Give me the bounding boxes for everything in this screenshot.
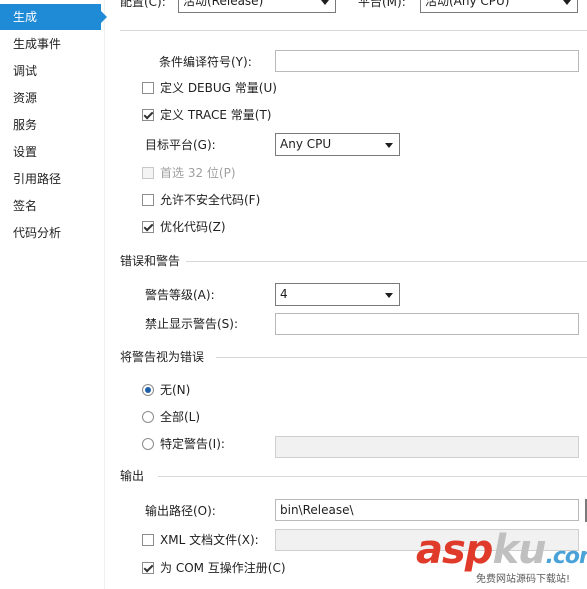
define-trace-label: 定义 TRACE 常量(T) xyxy=(160,108,272,122)
define-debug-checkbox[interactable] xyxy=(142,82,154,94)
treat-specific-radio[interactable] xyxy=(142,438,154,450)
platform-target-dropdown[interactable]: Any CPU xyxy=(275,133,400,156)
config-dropdown[interactable]: 活动(Release) xyxy=(178,0,336,13)
chevron-down-icon xyxy=(385,293,393,298)
treat-all-radio[interactable] xyxy=(142,411,154,423)
warning-level-value: 4 xyxy=(280,287,288,301)
xml-doc-label: XML 文档文件(X): xyxy=(160,533,259,547)
platform-target-value: Any CPU xyxy=(280,137,332,151)
define-debug-label: 定义 DEBUG 常量(U) xyxy=(160,81,277,95)
treat-all-label: 全部(L) xyxy=(160,410,201,424)
sidebar-item-build[interactable]: 生成 xyxy=(0,4,107,30)
sidebar-item-debug[interactable]: 调试 xyxy=(0,58,104,84)
sidebar-item-signing[interactable]: 签名 xyxy=(0,193,104,219)
chevron-down-icon xyxy=(385,143,393,148)
platform-dropdown-value: 活动(Any CPU) xyxy=(425,0,510,8)
warning-level-label: 警告等级(A): xyxy=(145,288,215,302)
divider xyxy=(216,357,587,358)
specific-warnings-input[interactable] xyxy=(275,436,579,458)
errors-section-title: 错误和警告 xyxy=(120,254,181,268)
treat-specific-label: 特定警告(I): xyxy=(160,437,225,451)
watermark-brand-a: asp xyxy=(416,527,493,573)
chevron-down-icon xyxy=(321,0,329,5)
platform-target-label: 目标平台(G): xyxy=(145,138,216,152)
watermark-brand-b: ku xyxy=(492,527,546,573)
optimize-checkbox[interactable] xyxy=(142,221,154,233)
sidebar-item-settings[interactable]: 设置 xyxy=(0,139,104,165)
config-label: 配置(C): xyxy=(120,0,166,9)
sidebar-item-services[interactable]: 服务 xyxy=(0,112,104,138)
sidebar-item-build-events[interactable]: 生成事件 xyxy=(0,31,104,57)
chevron-down-icon xyxy=(563,0,571,5)
platform-dropdown[interactable]: 活动(Any CPU) xyxy=(420,0,578,13)
sidebar-item-code-analysis[interactable]: 代码分析 xyxy=(0,220,104,246)
output-section-header: 输出 xyxy=(120,468,587,484)
allow-unsafe-checkbox[interactable] xyxy=(142,194,154,206)
divider xyxy=(120,30,587,31)
warning-level-dropdown[interactable]: 4 xyxy=(275,283,400,306)
platform-label: 平台(M): xyxy=(358,0,406,9)
config-dropdown-value: 活动(Release) xyxy=(183,0,264,8)
treat-warnings-section-title: 将警告视为错误 xyxy=(120,350,205,364)
suppress-warnings-input[interactable] xyxy=(275,313,579,335)
divider xyxy=(186,261,587,262)
sidebar: 生成 生成事件 调试 资源 服务 设置 引用路径 签名 代码分析 xyxy=(0,0,107,589)
optimize-label: 优化代码(Z) xyxy=(160,220,226,234)
sidebar-item-resources[interactable]: 资源 xyxy=(0,85,104,111)
treat-none-radio[interactable] xyxy=(142,384,154,396)
divider xyxy=(158,476,587,477)
output-path-input[interactable]: bin\Release\ xyxy=(275,499,579,521)
watermark-subtitle: 免费网站源码下载站! xyxy=(476,574,571,585)
sidebar-item-reference-paths[interactable]: 引用路径 xyxy=(0,166,104,192)
prefer32-checkbox[interactable] xyxy=(142,167,154,179)
output-path-label: 输出路径(O): xyxy=(145,504,216,518)
watermark-brand-c: .com xyxy=(545,544,587,569)
output-section-title: 输出 xyxy=(120,469,145,483)
treat-warnings-section-header: 将警告视为错误 xyxy=(120,349,587,365)
com-interop-label: 为 COM 互操作注册(C) xyxy=(160,561,286,575)
errors-section-header: 错误和警告 xyxy=(120,253,587,269)
define-trace-checkbox[interactable] xyxy=(142,109,154,121)
conditional-symbols-input[interactable] xyxy=(275,50,579,72)
com-interop-checkbox[interactable] xyxy=(142,562,154,574)
allow-unsafe-label: 允许不安全代码(F) xyxy=(160,193,261,207)
xml-doc-checkbox[interactable] xyxy=(142,534,154,546)
conditional-symbols-label: 条件编译符号(Y): xyxy=(159,55,252,69)
suppress-warnings-label: 禁止显示警告(S): xyxy=(145,317,239,331)
prefer32-label: 首选 32 位(P) xyxy=(160,166,236,180)
treat-none-label: 无(N) xyxy=(160,383,191,397)
